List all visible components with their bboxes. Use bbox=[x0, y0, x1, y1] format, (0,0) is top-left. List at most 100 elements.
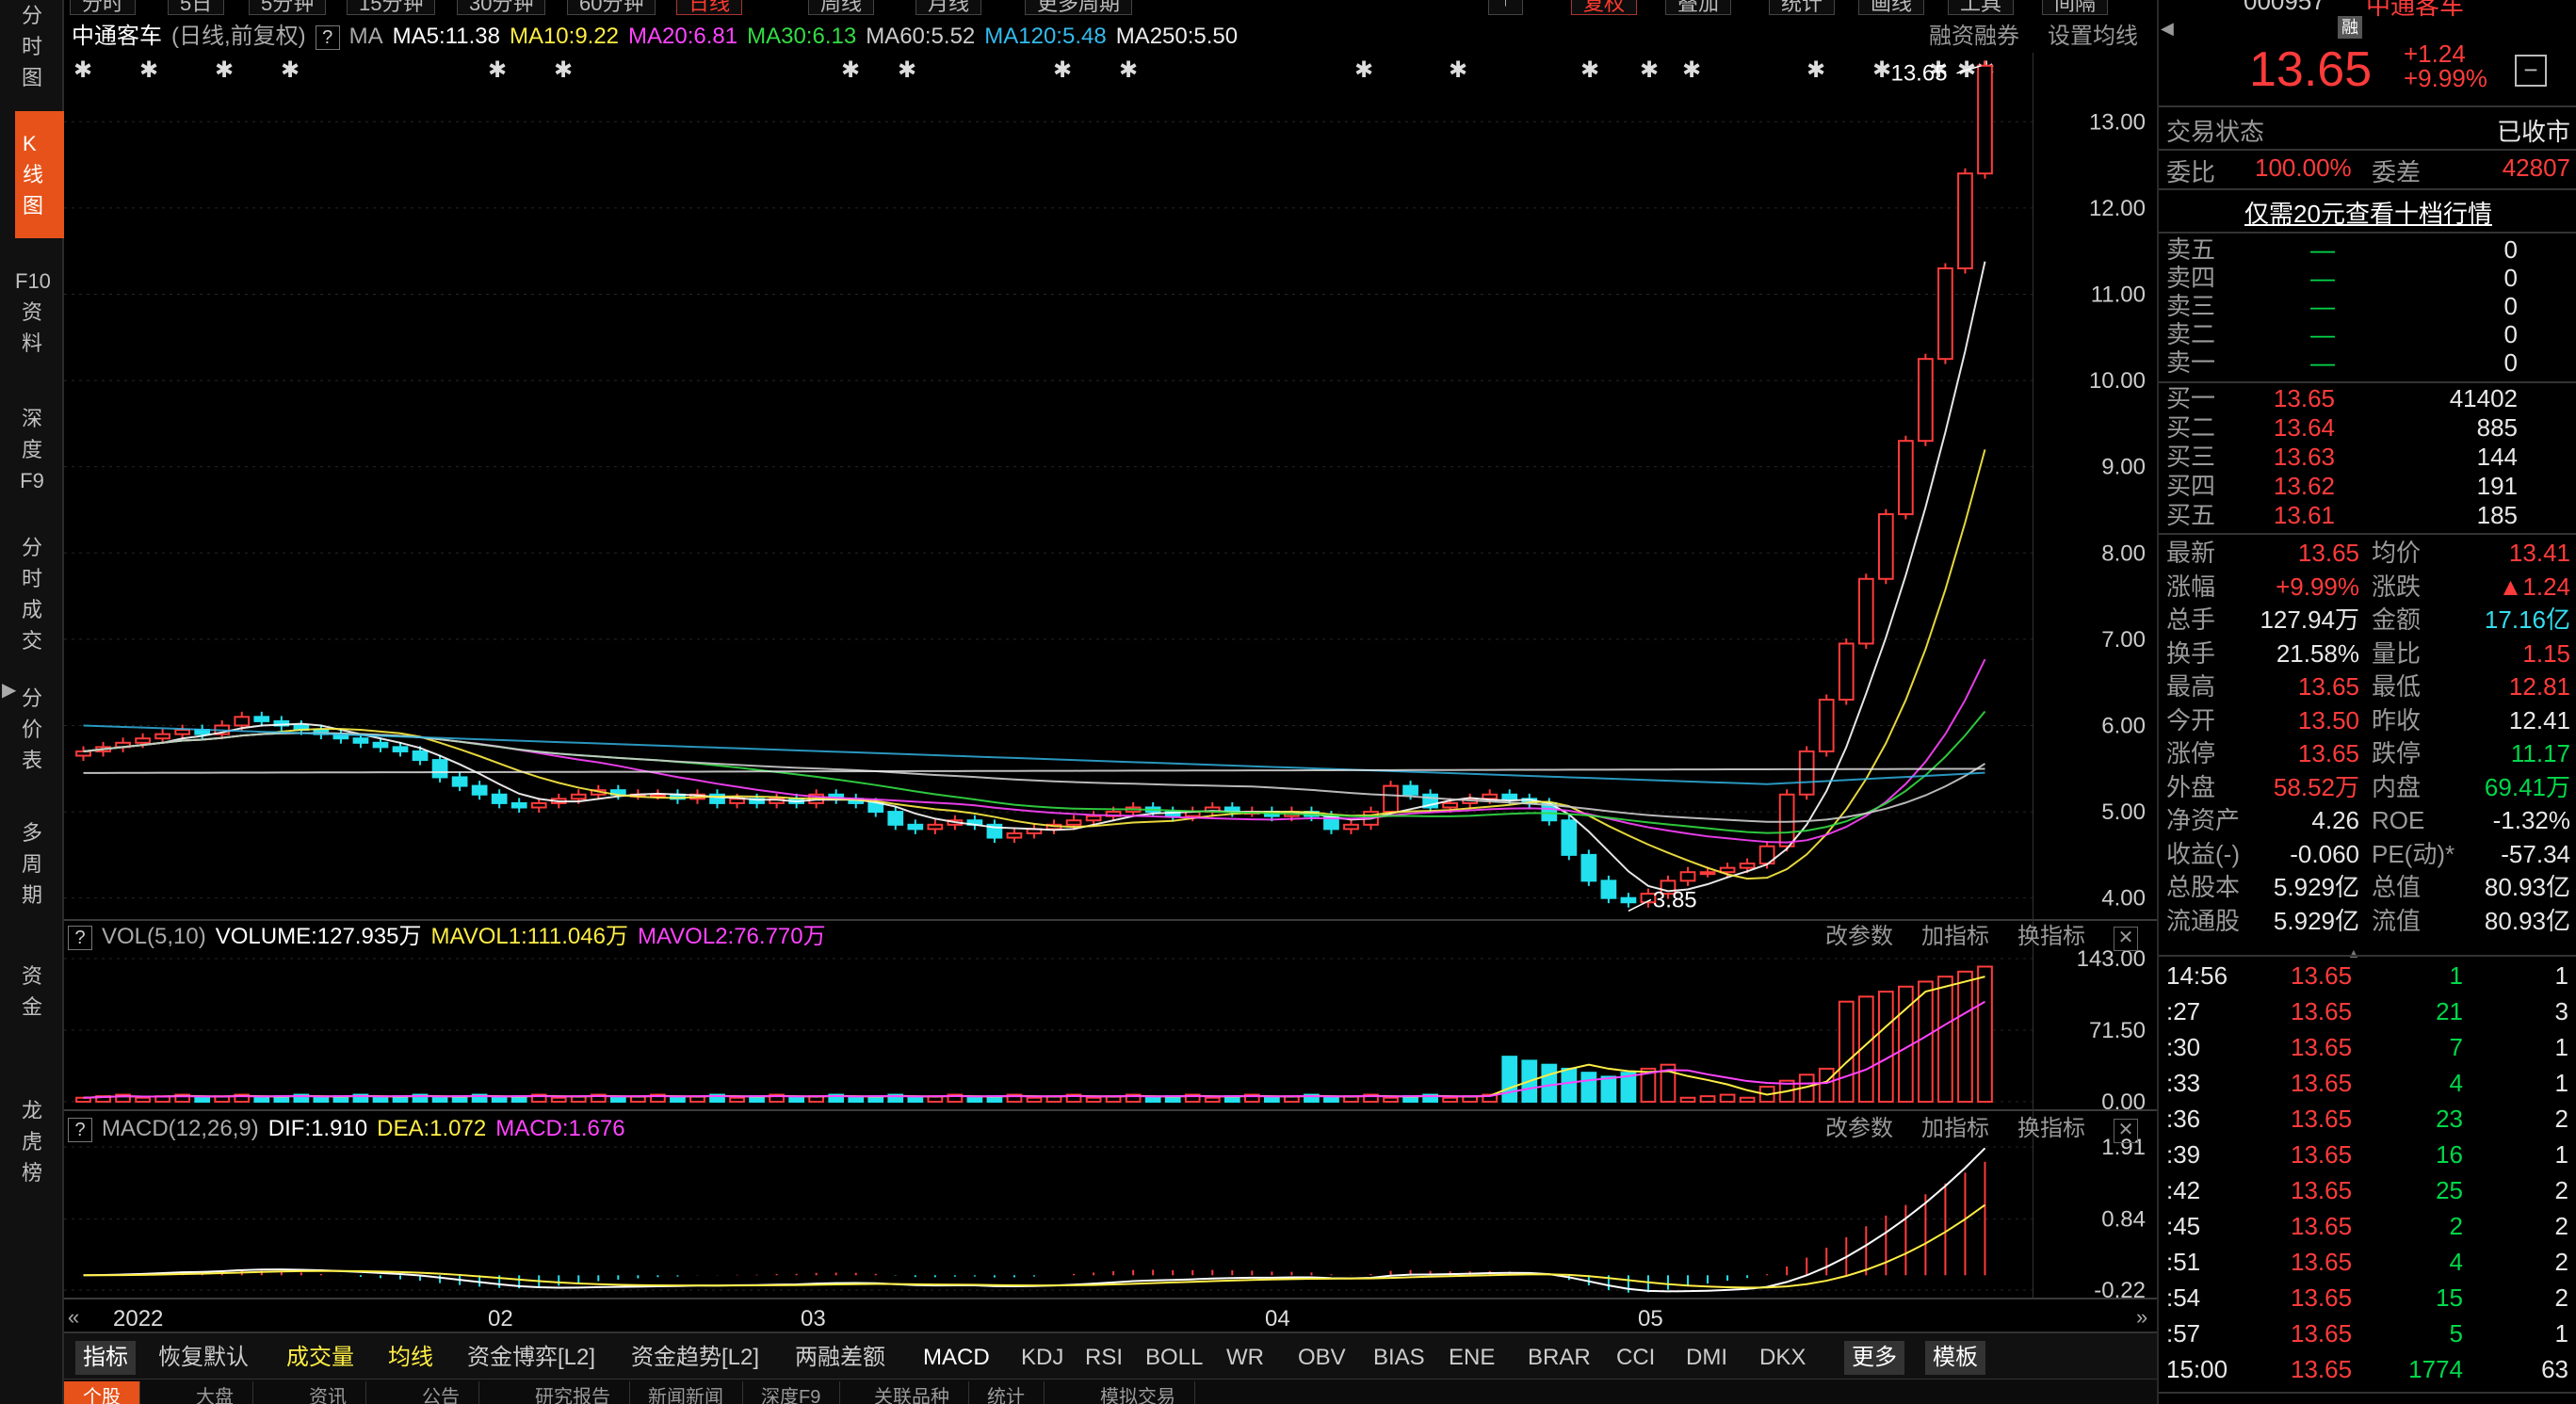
scroll-left-icon[interactable]: « bbox=[68, 1305, 79, 1329]
volume-bar[interactable] bbox=[1818, 1067, 1835, 1104]
event-marker-icon[interactable]: ✱ bbox=[488, 56, 507, 83]
tool-tab-6[interactable]: 间隔 bbox=[2042, 0, 2109, 15]
candle-body[interactable] bbox=[1739, 863, 1756, 869]
candle-body[interactable] bbox=[491, 793, 508, 804]
bottom-tab-3[interactable]: 公告 bbox=[403, 1381, 479, 1404]
nav-price-table[interactable]: 分价表 bbox=[15, 683, 49, 776]
tick-row[interactable]: 15:00 13.65 1774 63 bbox=[2159, 1352, 2576, 1386]
nav-depth[interactable]: 深度 F9 bbox=[15, 403, 49, 496]
period-tab-5[interactable]: 60分钟 bbox=[567, 0, 656, 15]
level-price[interactable]: — bbox=[2310, 348, 2335, 377]
candle-body[interactable] bbox=[570, 793, 587, 800]
period-tab-7[interactable]: 周线 bbox=[808, 0, 875, 15]
indicator-tab-15[interactable]: BRAR bbox=[1528, 1341, 1591, 1375]
volume-bar[interactable] bbox=[1085, 1096, 1102, 1104]
event-marker-icon[interactable]: ✱ bbox=[215, 56, 234, 83]
indicator-tab-5[interactable]: 资金趋势[L2] bbox=[631, 1341, 759, 1375]
candle-body[interactable] bbox=[234, 716, 251, 727]
candle-body[interactable] bbox=[1918, 358, 1934, 443]
tool-tab-4[interactable]: 画线 bbox=[1858, 0, 1925, 15]
tool-tab-0[interactable]: ↑ bbox=[1488, 0, 1523, 15]
bottom-tab-2[interactable]: 资讯 bbox=[290, 1381, 366, 1404]
candle-body[interactable] bbox=[1600, 880, 1617, 899]
tick-row[interactable]: :33 13.65 4 1 bbox=[2159, 1066, 2576, 1100]
event-marker-icon[interactable]: ✱ bbox=[1119, 56, 1138, 83]
indicator-tab-17[interactable]: DMI bbox=[1686, 1341, 1727, 1375]
candle-body[interactable] bbox=[1065, 819, 1082, 826]
indicator-tab-2[interactable]: 成交量 bbox=[286, 1341, 354, 1375]
volume-bar[interactable] bbox=[1383, 1096, 1399, 1104]
candle-body[interactable] bbox=[1699, 871, 1716, 876]
candle-body[interactable] bbox=[352, 737, 369, 744]
indicator-tab-16[interactable]: CCI bbox=[1616, 1341, 1655, 1375]
volume-help-button[interactable]: ? bbox=[68, 925, 92, 950]
candle-body[interactable] bbox=[253, 716, 270, 722]
candle-body[interactable] bbox=[1006, 831, 1023, 839]
bottom-tab-8[interactable]: 统计 bbox=[968, 1381, 1045, 1404]
indicator-tab-0[interactable]: 指标 bbox=[75, 1341, 136, 1375]
indicator-tab-8[interactable]: KDJ bbox=[1021, 1341, 1063, 1375]
vol-add-indicator-button[interactable]: 加指标 bbox=[1921, 924, 1989, 949]
volume-bar[interactable] bbox=[1918, 980, 1934, 1103]
volume-bar[interactable] bbox=[1679, 1096, 1696, 1104]
tick-row[interactable]: :45 13.65 2 2 bbox=[2159, 1209, 2576, 1243]
bottom-tab-5[interactable]: 新闻新闻 bbox=[629, 1381, 743, 1404]
event-marker-icon[interactable]: ✱ bbox=[1053, 56, 1072, 83]
nav-collapse-icon[interactable]: ▶ bbox=[2, 678, 16, 702]
candle-body[interactable] bbox=[1402, 784, 1418, 796]
tool-tab-1[interactable]: 复权 bbox=[1571, 0, 1638, 15]
volume-bar[interactable] bbox=[135, 1096, 151, 1104]
volume-bar[interactable] bbox=[1501, 1056, 1518, 1104]
indicator-tab-18[interactable]: DKX bbox=[1759, 1341, 1806, 1375]
candle-body[interactable] bbox=[1442, 801, 1459, 809]
tool-tab-2[interactable]: 叠加 bbox=[1665, 0, 1732, 15]
event-marker-icon[interactable]: ✱ bbox=[1806, 56, 1825, 83]
period-tab-4[interactable]: 30分钟 bbox=[457, 0, 546, 15]
period-tab-1[interactable]: 5日 bbox=[168, 0, 225, 15]
candle-body[interactable] bbox=[1838, 642, 1855, 702]
period-tab-8[interactable]: 月线 bbox=[915, 0, 982, 15]
period-tab-2[interactable]: 5分钟 bbox=[249, 0, 327, 15]
scroll-right-icon[interactable]: » bbox=[2136, 1305, 2147, 1329]
indicator-tab-19[interactable]: 更多 bbox=[1844, 1341, 1904, 1375]
event-marker-icon[interactable]: ✱ bbox=[73, 56, 92, 83]
volume-bar[interactable] bbox=[1026, 1096, 1043, 1104]
volume-bar[interactable] bbox=[1541, 1063, 1558, 1104]
event-marker-icon[interactable]: ✱ bbox=[281, 56, 300, 83]
nav-dragon-tiger[interactable]: 龙虎榜 bbox=[15, 1095, 49, 1188]
nav-multi-period[interactable]: 多周期 bbox=[15, 817, 49, 911]
bottom-tab-7[interactable]: 关联品种 bbox=[855, 1381, 969, 1404]
level-price[interactable]: 13.61 bbox=[2274, 501, 2335, 529]
candle-body[interactable] bbox=[729, 798, 745, 804]
event-marker-icon[interactable]: ✱ bbox=[1580, 56, 1599, 83]
candle-body[interactable] bbox=[1798, 750, 1815, 796]
macd-help-button[interactable]: ? bbox=[68, 1117, 92, 1142]
volume-bar[interactable] bbox=[1699, 1095, 1716, 1103]
tick-row[interactable]: :27 13.65 21 3 bbox=[2159, 994, 2576, 1028]
volume-bar[interactable] bbox=[609, 1096, 626, 1104]
candle-body[interactable] bbox=[1679, 871, 1696, 882]
set-ma-button[interactable]: 设置均线 bbox=[2048, 24, 2138, 49]
volume-bar[interactable] bbox=[1264, 1096, 1280, 1104]
indicator-tab-20[interactable]: 模板 bbox=[1925, 1341, 1985, 1375]
tick-row[interactable]: :54 13.65 15 2 bbox=[2159, 1281, 2576, 1315]
volume-bar[interactable] bbox=[253, 1096, 270, 1104]
vol-change-params-button[interactable]: 改参数 bbox=[1825, 924, 1893, 949]
bottom-tab-9[interactable]: 模拟交易 bbox=[1081, 1381, 1195, 1404]
tick-row[interactable]: :39 13.65 16 1 bbox=[2159, 1138, 2576, 1171]
macd-switch-indicator-button[interactable]: 换指标 bbox=[2017, 1116, 2085, 1141]
tick-row[interactable]: :57 13.65 5 1 bbox=[2159, 1316, 2576, 1350]
level-price[interactable]: — bbox=[2310, 235, 2335, 264]
bottom-tab-1[interactable]: 大盘 bbox=[177, 1381, 253, 1404]
period-tab-9[interactable]: 更多周期 bbox=[1025, 0, 1133, 15]
level-price[interactable]: 13.65 bbox=[2274, 384, 2335, 412]
candle-body[interactable] bbox=[75, 750, 91, 757]
bottom-tab-6[interactable]: 深度F9 bbox=[742, 1381, 841, 1404]
candle-body[interactable] bbox=[1898, 440, 1914, 516]
candle-body[interactable] bbox=[1877, 513, 1894, 580]
event-marker-icon[interactable]: ✱ bbox=[841, 56, 860, 83]
volume-bar[interactable] bbox=[788, 1096, 804, 1104]
period-tab-3[interactable]: 15分钟 bbox=[347, 0, 436, 15]
macd-change-params-button[interactable]: 改参数 bbox=[1825, 1116, 1893, 1141]
tick-row[interactable]: :36 13.65 23 2 bbox=[2159, 1102, 2576, 1136]
